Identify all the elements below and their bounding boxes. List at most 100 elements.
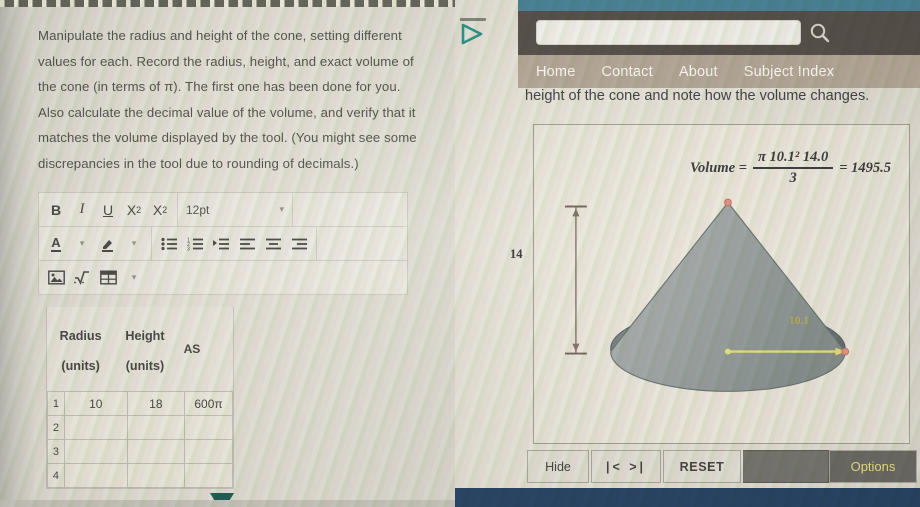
chevron-down-icon: ▾ <box>79 238 85 248</box>
insert-image-button[interactable] <box>43 265 69 291</box>
subscript-button[interactable]: X2 <box>147 197 173 223</box>
cell-height[interactable] <box>126 463 186 488</box>
subscript-base: X <box>152 201 163 218</box>
height-arrow-bottom <box>572 343 580 352</box>
list-align-group: 1 2 3 <box>152 227 317 260</box>
table-row[interactable]: 3 <box>47 439 233 464</box>
applet-instruction-text: height of the cone and note how the volu… <box>525 88 870 104</box>
align-center-button[interactable] <box>260 231 286 257</box>
applet-control-bar: Hide |< >| RESET Options <box>527 450 917 483</box>
cone-drawing <box>564 198 850 392</box>
insert-table-button[interactable] <box>95 265 121 291</box>
row-index: 4 <box>47 463 65 488</box>
answer-table: Radius (units) Height (units) AS 1 10 18 <box>46 307 234 489</box>
geometry-applet-panel: Home Contact About Subject Index height … <box>455 0 920 507</box>
bold-button[interactable]: B <box>43 197 69 223</box>
cell-height[interactable] <box>126 439 186 464</box>
align-left-icon <box>239 238 255 249</box>
align-right-button[interactable] <box>286 231 312 257</box>
header-volume-line1: AS <box>183 342 201 356</box>
cell-radius[interactable]: 10 <box>63 391 128 416</box>
cone-lateral-surface <box>610 201 846 392</box>
cell-volume[interactable] <box>184 415 233 440</box>
table-row[interactable]: 1 10 18 600π <box>47 391 233 416</box>
nav-item-subject-index[interactable]: Subject Index <box>744 64 834 80</box>
highlighter-icon <box>102 239 113 252</box>
height-label: 14 <box>510 247 523 261</box>
subscript-index: 2 <box>162 204 168 215</box>
search-input[interactable] <box>536 20 801 45</box>
cursor-bar <box>460 18 486 21</box>
site-nav-bar: Home Contact About Subject Index <box>518 55 920 88</box>
nav-items: Home Contact About Subject Index <box>518 55 920 88</box>
numbered-list-button[interactable]: 1 2 3 <box>182 231 208 257</box>
nav-item-contact[interactable]: Contact <box>601 64 652 80</box>
header-height-line2: (units) <box>125 359 165 373</box>
underline-button[interactable]: U <box>95 197 121 223</box>
highlighter-chevron[interactable]: ▾ <box>121 231 147 257</box>
table-icon <box>99 270 117 285</box>
radius-handle <box>841 347 850 356</box>
font-size-select[interactable]: 12pt ▾ <box>178 193 293 226</box>
align-center-icon <box>265 238 281 249</box>
font-size-value: 12pt <box>186 202 210 217</box>
text-color-chevron[interactable]: ▾ <box>69 231 95 257</box>
insert-group: ▾ <box>39 261 151 294</box>
numbered-list-icon: 1 2 3 <box>187 237 203 251</box>
table-row[interactable]: 4 <box>47 463 233 488</box>
image-icon <box>47 270 65 285</box>
header-radius-line2: (units) <box>61 359 100 373</box>
nav-item-about[interactable]: About <box>679 64 718 80</box>
superscript-exponent: 2 <box>136 204 142 215</box>
cell-height[interactable] <box>126 415 186 440</box>
header-volume: AS <box>176 321 233 381</box>
superscript-button[interactable]: X2 <box>121 197 147 223</box>
cell-volume[interactable] <box>184 439 233 464</box>
align-right-icon <box>291 238 307 249</box>
play-icon <box>461 23 483 45</box>
svg-text:3: 3 <box>187 246 190 251</box>
play-cursor-overlay[interactable] <box>460 18 486 50</box>
bullet-list-icon <box>160 237 177 250</box>
text-color-button[interactable]: A <box>43 231 69 257</box>
search-bar-container <box>518 11 920 55</box>
radius-origin-dot <box>724 348 731 355</box>
cell-height[interactable]: 18 <box>126 391 186 416</box>
superscript-base: X <box>126 201 137 218</box>
cell-volume[interactable] <box>184 463 233 488</box>
panel-left-shadow <box>0 7 34 507</box>
cell-radius[interactable] <box>63 415 128 440</box>
table-row[interactable]: 2 <box>47 415 233 440</box>
chevron-down-icon: ▾ <box>131 238 137 248</box>
answer-table-grid: 1 10 18 600π 2 3 4 <box>47 391 233 488</box>
control-bar-spacer <box>743 450 829 483</box>
document-editor-panel: Manipulate the radius and height of the … <box>0 7 455 507</box>
options-button[interactable]: Options <box>829 450 917 483</box>
italic-button[interactable]: I <box>69 197 95 223</box>
screen-photo: Manipulate the radius and height of the … <box>0 0 920 507</box>
row-index: 2 <box>47 415 65 440</box>
cone-apex-handle <box>724 198 732 207</box>
header-radius: Radius (units) <box>47 321 114 381</box>
header-height: Height (units) <box>114 321 175 381</box>
cone-figure-box: Volume = π 10.1² 14.0 3 = 1495.5 14 10.1 <box>510 124 910 444</box>
hide-button[interactable]: Hide <box>527 450 589 483</box>
search-button[interactable] <box>806 20 834 46</box>
nav-item-home[interactable]: Home <box>536 64 575 80</box>
bottom-blue-band <box>455 488 920 507</box>
cell-radius[interactable] <box>63 463 128 488</box>
step-nav-button[interactable]: |< >| <box>591 450 661 483</box>
indent-button[interactable] <box>208 231 234 257</box>
reset-button[interactable]: RESET <box>663 450 741 483</box>
toolbar-row-3: ▾ <box>39 261 407 295</box>
instructions-text: Manipulate the radius and height of the … <box>38 28 417 171</box>
insert-equation-button[interactable] <box>69 265 95 291</box>
table-chevron[interactable]: ▾ <box>121 265 147 291</box>
header-radius-line1: Radius <box>59 329 102 343</box>
text-style-group: B I U X2 X2 <box>39 193 178 226</box>
bullet-list-button[interactable] <box>156 231 182 257</box>
cell-radius[interactable] <box>63 439 128 464</box>
cell-volume[interactable]: 600π <box>184 391 233 416</box>
highlighter-button[interactable] <box>95 231 121 257</box>
align-left-button[interactable] <box>234 231 260 257</box>
